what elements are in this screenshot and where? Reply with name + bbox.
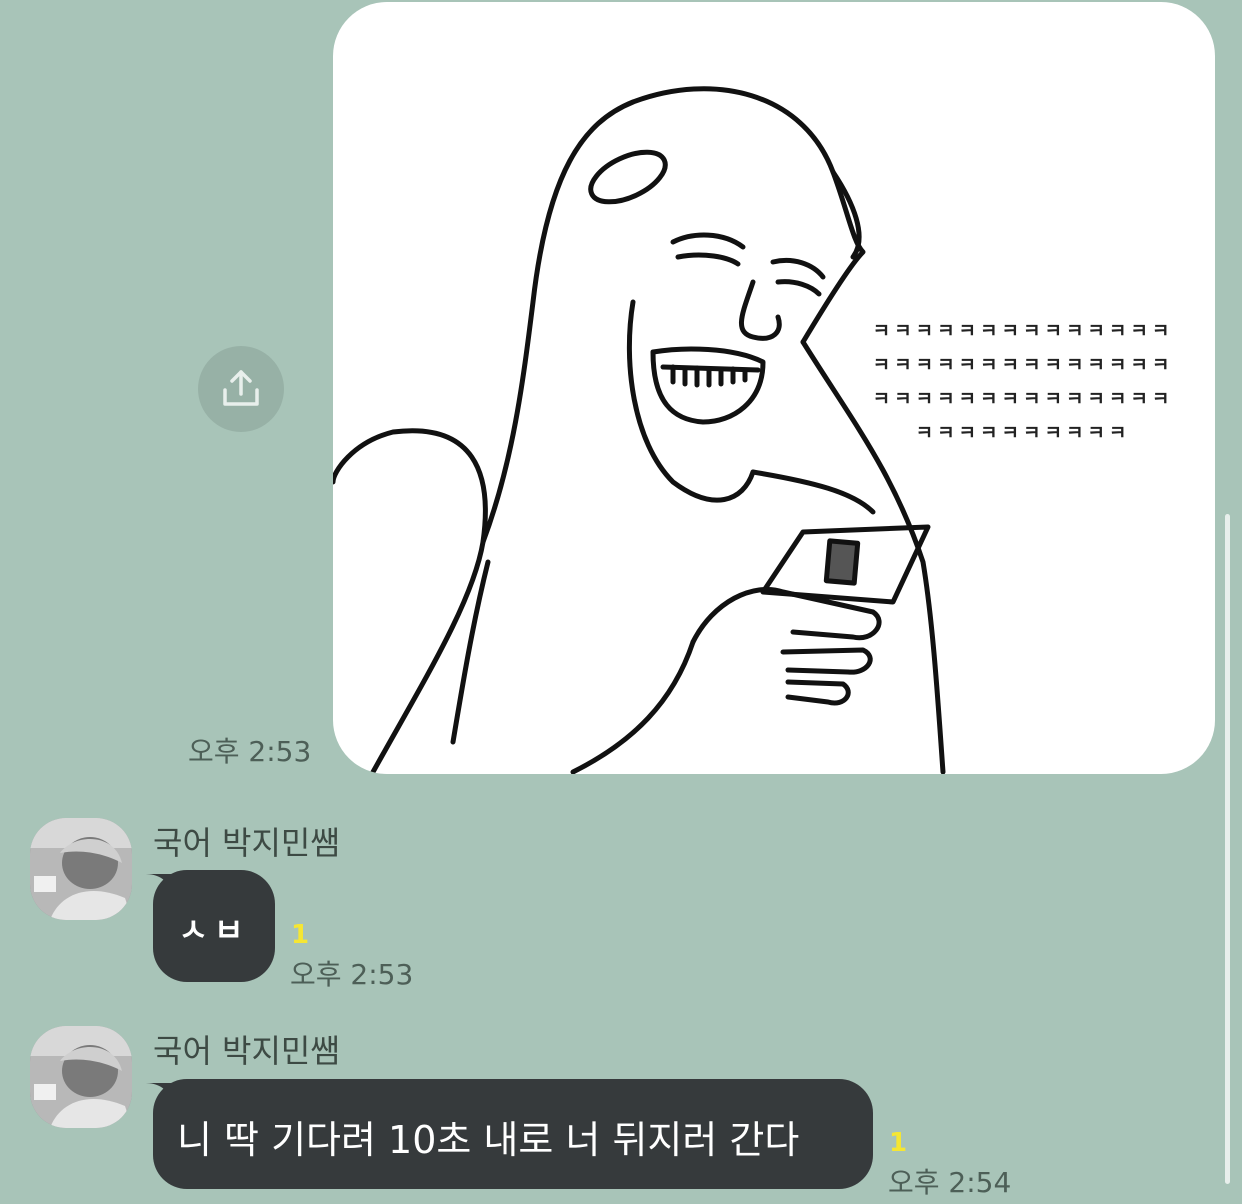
bubble-tail: [144, 1083, 172, 1099]
meme-text-line: ㅋㅋㅋㅋㅋㅋㅋㅋㅋㅋㅋㅋㅋㅋ: [872, 320, 1174, 342]
sender-name: 국어 박지민쌤: [153, 824, 340, 862]
message-time: 오후 2:54: [888, 1166, 1012, 1199]
meme-text-line: ㅋㅋㅋㅋㅋㅋㅋㅋㅋㅋ: [915, 422, 1131, 444]
message-text: 니 딱 기다려 10초 내로 너 뒤지러 간다: [177, 1118, 800, 1162]
scrollbar[interactable]: [1225, 514, 1230, 1184]
meme-laugh-text: ㅋㅋㅋㅋㅋㅋㅋㅋㅋㅋㅋㅋㅋㅋ ㅋㅋㅋㅋㅋㅋㅋㅋㅋㅋㅋㅋㅋㅋ ㅋㅋㅋㅋㅋㅋㅋㅋㅋㅋ…: [833, 314, 1213, 450]
share-button[interactable]: [198, 346, 284, 432]
share-icon: [223, 370, 259, 406]
avatar[interactable]: [30, 1026, 132, 1128]
unread-count: 1: [291, 920, 310, 950]
image-message[interactable]: ㅋㅋㅋㅋㅋㅋㅋㅋㅋㅋㅋㅋㅋㅋ ㅋㅋㅋㅋㅋㅋㅋㅋㅋㅋㅋㅋㅋㅋ ㅋㅋㅋㅋㅋㅋㅋㅋㅋㅋ…: [333, 2, 1215, 774]
message-time: 오후 2:53: [290, 958, 414, 991]
unread-count: 1: [889, 1128, 908, 1158]
message-text: ㅅㅂ: [178, 911, 250, 949]
meme-text-line: ㅋㅋㅋㅋㅋㅋㅋㅋㅋㅋㅋㅋㅋㅋ: [872, 354, 1174, 376]
sender-name: 국어 박지민쌤: [153, 1032, 340, 1070]
message-time: 오후 2:53: [188, 735, 312, 768]
meme-text-line: ㅋㅋㅋㅋㅋㅋㅋㅋㅋㅋㅋㅋㅋㅋ: [872, 388, 1174, 410]
avatar[interactable]: [30, 818, 132, 920]
avatar-photo: [30, 1026, 132, 1128]
avatar-photo: [30, 818, 132, 920]
bubble-tail: [144, 874, 172, 890]
message-bubble[interactable]: 니 딱 기다려 10초 내로 너 뒤지러 간다: [153, 1079, 873, 1189]
